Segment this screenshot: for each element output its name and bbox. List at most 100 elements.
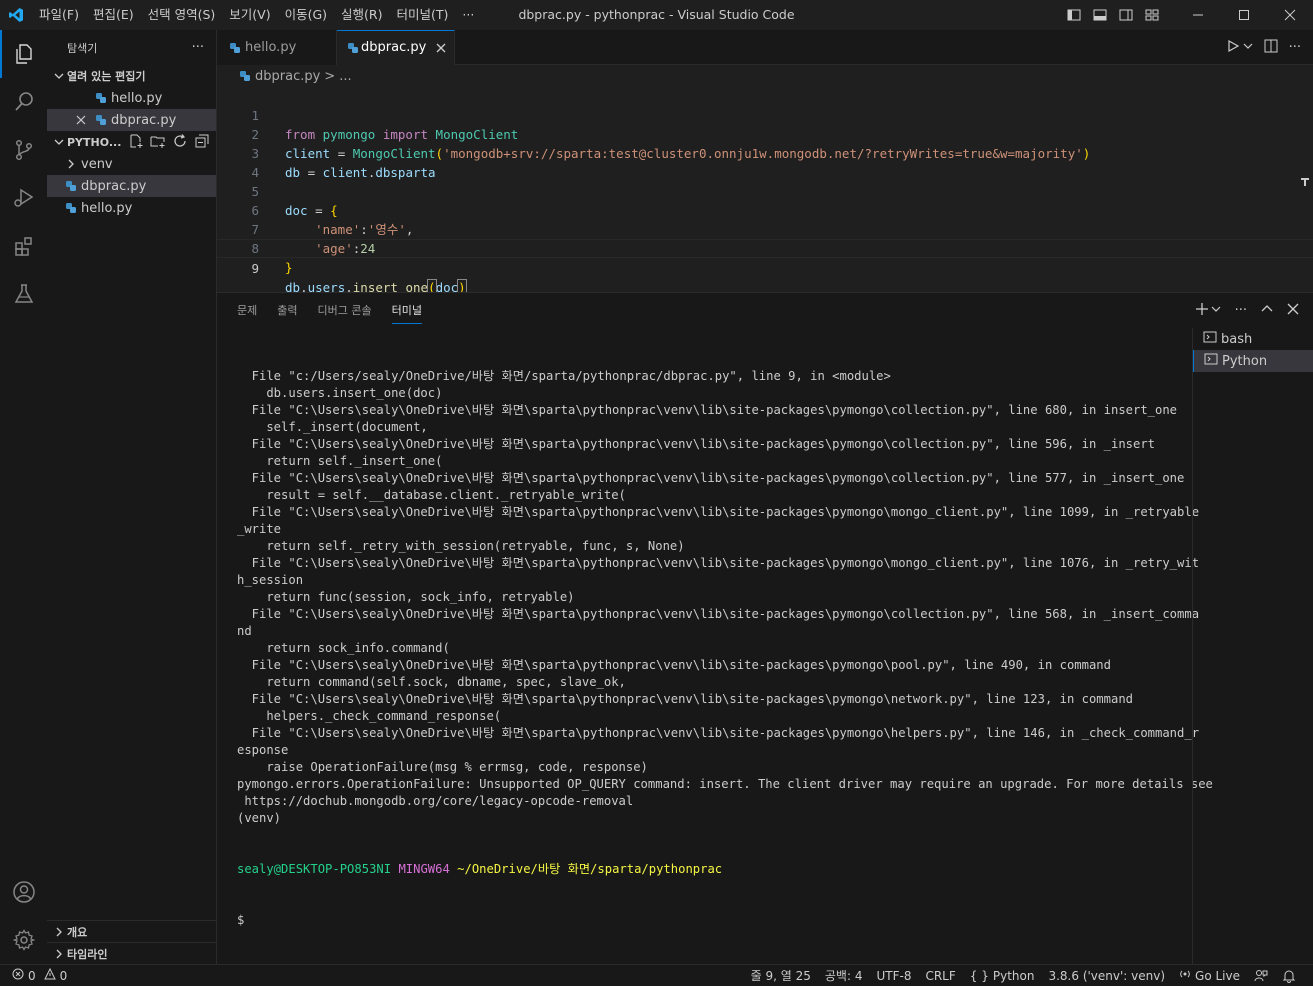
go-live-button[interactable]: Go Live — [1172, 968, 1247, 983]
run-debug-icon[interactable] — [0, 174, 47, 222]
broadcast-icon — [1179, 968, 1191, 983]
menu-edit[interactable]: 편집(E) — [86, 0, 141, 30]
terminal-prompt: sealy@DESKTOP-PO853NI MINGW64 ~/OneDrive… — [237, 861, 1192, 878]
terminal-line: result = self.__database.client._retryab… — [237, 488, 626, 502]
split-editor-icon[interactable] — [1263, 38, 1279, 58]
braces-icon: { } — [969, 968, 989, 983]
open-editor-item[interactable]: hello.py — [47, 87, 216, 109]
terminal-line: helpers._check_command_response( — [237, 709, 502, 723]
open-editor-label: hello.py — [111, 90, 163, 106]
tab-problems[interactable]: 문제 — [227, 293, 267, 328]
menu-go[interactable]: 이동(G) — [278, 0, 334, 30]
minimap-slider[interactable] — [1301, 175, 1309, 186]
explorer-icon[interactable] — [0, 30, 47, 78]
tab-terminal[interactable]: 터미널 — [382, 293, 432, 328]
terminal-line: return self._retry_with_session(retryabl… — [237, 539, 685, 553]
terminal-line: https://dochub.mongodb.org/core/legacy-o… — [237, 794, 634, 808]
menu-bar: 파일(F) 편집(E) 선택 영역(S) 보기(V) 이동(G) 실행(R) 터… — [32, 0, 481, 30]
run-python-icon[interactable] — [1225, 38, 1241, 58]
chevron-down-icon[interactable] — [1211, 303, 1221, 318]
panel-more-icon[interactable]: ··· — [1235, 303, 1247, 318]
menu-more[interactable]: ··· — [455, 0, 481, 30]
outline-section[interactable]: 개요 — [47, 920, 216, 942]
tree-item-label: hello.py — [81, 200, 133, 216]
tab-output[interactable]: 출력 — [267, 293, 307, 328]
timeline-label: 타임라인 — [67, 947, 108, 961]
python-interpreter[interactable]: 3.8.6 ('venv': venv) — [1041, 969, 1172, 983]
refresh-icon[interactable] — [172, 133, 188, 152]
testing-icon[interactable] — [0, 270, 47, 318]
search-icon[interactable] — [0, 78, 47, 126]
cursor-position[interactable]: 줄 9, 열 25 — [744, 967, 818, 984]
feedback-icon[interactable] — [1247, 969, 1275, 983]
terminal-line: db.users.insert_one(doc) — [237, 386, 443, 400]
menu-terminal[interactable]: 터미널(T) — [390, 0, 456, 30]
warning-icon — [43, 967, 56, 983]
breadcrumb: dbprac.py > ... — [217, 65, 1313, 87]
new-file-icon[interactable] — [128, 133, 144, 152]
chevron-right-icon — [63, 156, 79, 172]
code-line: 5 doc = { — [217, 163, 1313, 218]
explorer-title: 탐색기 — [67, 41, 98, 55]
terminal-line: File "C:\Users\sealy\OneDrive\바탕 화면\spar… — [237, 726, 1200, 740]
project-section[interactable]: PYTHO... — [47, 131, 216, 153]
terminal-line: return sock_info.command( — [237, 641, 450, 655]
open-editors-section[interactable]: 열려 있는 편집기 — [47, 65, 216, 87]
tree-folder-venv[interactable]: venv — [47, 153, 216, 175]
chevron-down-icon[interactable] — [1243, 40, 1253, 55]
menu-selection[interactable]: 선택 영역(S) — [141, 0, 223, 30]
language-mode[interactable]: { } Python — [963, 969, 1042, 983]
terminal-line: raise OperationFailure(msg % errmsg, cod… — [237, 760, 648, 774]
python-file-icon — [93, 112, 109, 128]
toggle-secondary-sidebar-icon[interactable] — [1113, 0, 1139, 30]
menu-run[interactable]: 실행(R) — [334, 0, 389, 30]
tree-file-dbprac[interactable]: dbprac.py — [47, 175, 216, 197]
tab-debug-console[interactable]: 디버그 콘솔 — [308, 293, 382, 328]
close-tab-icon[interactable] — [436, 40, 446, 56]
breadcrumb-file[interactable]: dbprac.py — [255, 69, 320, 84]
explorer-more-button[interactable]: ··· — [192, 40, 204, 55]
minimize-icon[interactable] — [1175, 0, 1221, 30]
tab-dbprac-py[interactable]: dbprac.py — [337, 30, 455, 65]
close-window-icon[interactable] — [1267, 0, 1313, 30]
tab-hello-py[interactable]: hello.py — [217, 30, 337, 65]
maximize-panel-icon[interactable] — [1261, 303, 1273, 319]
problems-status[interactable]: 0 0 — [0, 967, 67, 983]
manage-gear-icon[interactable] — [0, 916, 47, 964]
extensions-icon[interactable] — [0, 222, 47, 270]
toggle-panel-icon[interactable] — [1087, 0, 1113, 30]
breadcrumb-rest[interactable]: ... — [339, 69, 351, 84]
collapse-all-icon[interactable] — [194, 133, 210, 152]
toggle-sidebar-icon[interactable] — [1061, 0, 1087, 30]
menu-view[interactable]: 보기(V) — [222, 0, 277, 30]
terminal-item-bash[interactable]: bash — [1193, 328, 1313, 350]
code-editor[interactable]: 1 from pymongo import MongoClient 2 clie… — [217, 87, 1313, 296]
indentation[interactable]: 공백: 4 — [818, 967, 870, 984]
customize-layout-icon[interactable] — [1139, 0, 1165, 30]
source-control-icon[interactable] — [0, 126, 47, 174]
menu-file[interactable]: 파일(F) — [32, 0, 86, 30]
terminal-line: File "C:\Users\sealy\OneDrive\바탕 화면\spar… — [237, 692, 1133, 706]
chevron-down-icon — [51, 134, 67, 150]
terminal-output[interactable]: File "c:/Users/sealy/OneDrive/바탕 화면/spar… — [237, 334, 1213, 963]
more-actions-icon[interactable]: ··· — [1289, 40, 1301, 55]
encoding[interactable]: UTF-8 — [869, 969, 918, 983]
new-folder-icon[interactable] — [150, 133, 166, 152]
timeline-section[interactable]: 타임라인 — [47, 942, 216, 964]
terminal-item-python[interactable]: Python — [1193, 350, 1313, 372]
terminal-list: bash Python — [1192, 328, 1313, 965]
open-editor-item[interactable]: dbprac.py — [47, 109, 216, 131]
terminal-line: File "C:\Users\sealy\OneDrive\바탕 화면\spar… — [237, 658, 1111, 672]
close-panel-icon[interactable] — [1287, 303, 1299, 319]
new-terminal-icon[interactable] — [1195, 302, 1209, 320]
account-icon[interactable] — [0, 868, 47, 916]
prompt-user: sealy@DESKTOP-PO853NI — [237, 862, 392, 876]
terminal-input-line[interactable]: $ — [237, 912, 1192, 929]
end-of-line[interactable]: CRLF — [918, 969, 962, 983]
notifications-bell-icon[interactable] — [1275, 969, 1303, 983]
close-editor-icon[interactable] — [73, 112, 89, 128]
chevron-right-icon — [51, 946, 67, 962]
tree-file-hello[interactable]: hello.py — [47, 197, 216, 219]
python-file-icon — [347, 40, 359, 56]
maximize-icon[interactable] — [1221, 0, 1267, 30]
